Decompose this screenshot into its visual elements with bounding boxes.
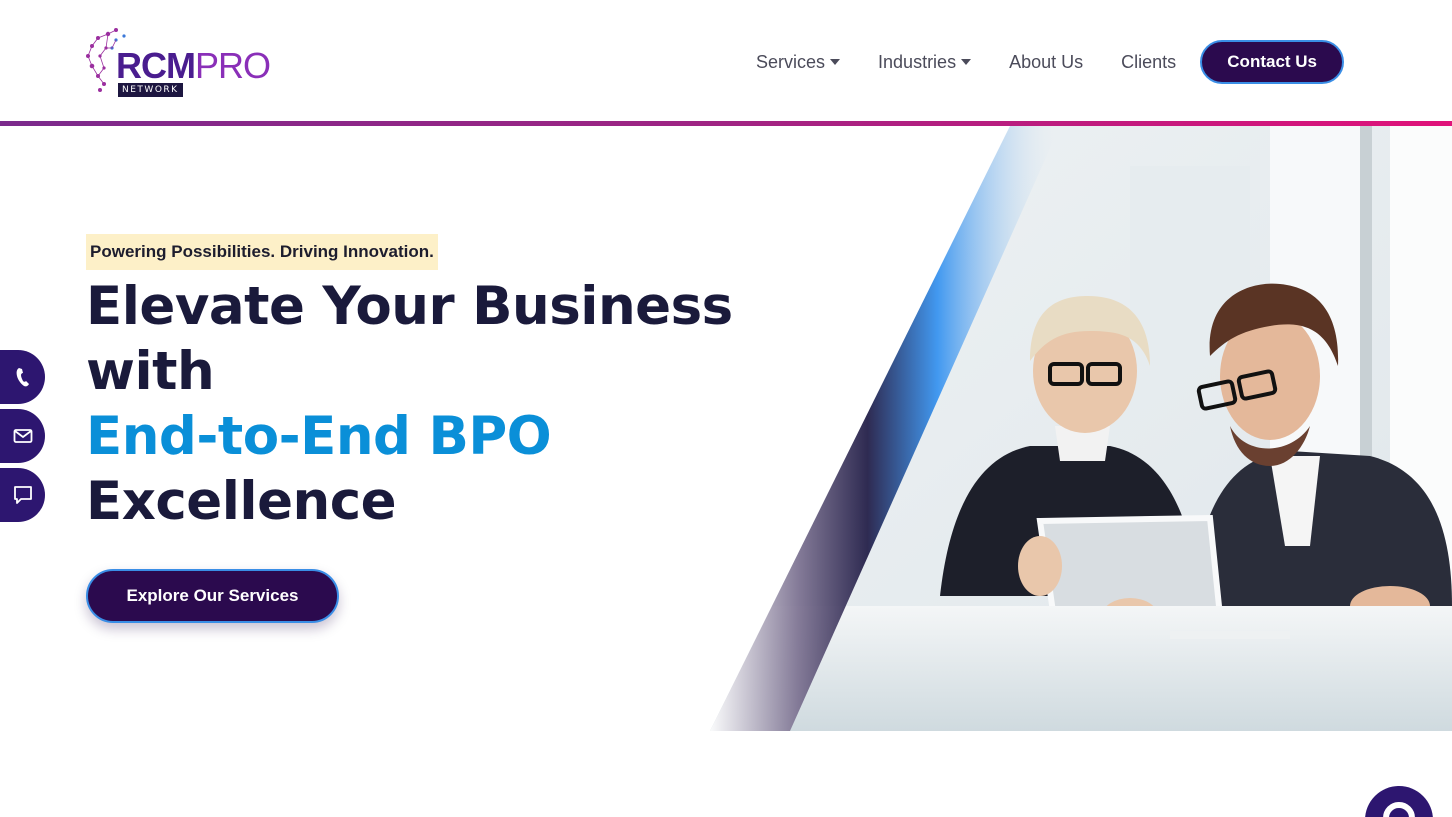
nav-industries-label: Industries — [878, 51, 957, 72]
hero-headline: Elevate Your Business with End-to-End BP… — [86, 274, 733, 534]
rcmpro-logo[interactable]: RCMPRO NETWORK — [86, 26, 286, 100]
side-tab-chat[interactable] — [0, 468, 45, 522]
chat-bubble-icon — [1383, 802, 1415, 817]
site-header: RCMPRO NETWORK Services Industries About… — [0, 0, 1452, 121]
nav-item-services[interactable]: Services — [756, 51, 841, 73]
headline-line-2: with — [86, 341, 215, 402]
nav-item-about-us[interactable]: About Us — [1009, 52, 1083, 73]
mail-icon — [13, 429, 32, 443]
main-nav: Services Industries About Us Clients Con… — [756, 40, 1345, 84]
phone-icon — [16, 368, 29, 387]
side-tab-phone[interactable] — [0, 350, 45, 404]
logo-rcm-text: RCM — [116, 45, 196, 86]
caret-down-icon — [830, 59, 841, 65]
logo-wordmark: RCMPRO — [116, 45, 271, 86]
headline-accent: End-to-End BPO — [86, 406, 552, 467]
logo-pro-text: PRO — [194, 45, 271, 86]
headline-line-1: Elevate Your Business — [86, 276, 733, 337]
contact-us-button[interactable]: Contact Us — [1200, 40, 1345, 84]
chat-icon — [13, 486, 32, 504]
logo-subtitle: NETWORK — [118, 83, 183, 97]
side-tab-email[interactable] — [0, 409, 45, 463]
hero-tagline: Powering Possibilities. Driving Innovati… — [86, 234, 438, 270]
headline-line-4: Excellence — [86, 471, 397, 532]
hero-photo — [710, 126, 1452, 731]
nav-about-label: About Us — [1009, 51, 1084, 72]
nav-item-industries[interactable]: Industries — [878, 51, 972, 73]
caret-down-icon — [961, 59, 972, 65]
explore-services-button[interactable]: Explore Our Services — [86, 569, 339, 623]
nav-services-label: Services — [756, 51, 826, 72]
nav-clients-label: Clients — [1121, 51, 1177, 72]
nav-item-clients[interactable]: Clients — [1121, 52, 1176, 73]
chat-launcher-button[interactable] — [1365, 786, 1433, 817]
